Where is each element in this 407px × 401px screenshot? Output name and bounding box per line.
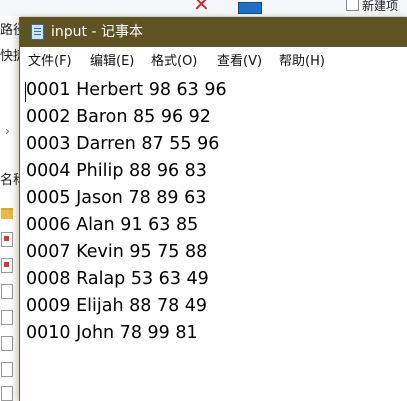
text-editor[interactable]: 0001 Herbert 98 63 96 0002 Baron 85 96 9… [20,77,407,401]
text-line: 0005 Jason 78 89 63 [26,188,207,208]
properties-icon[interactable] [238,2,262,14]
menu-help[interactable]: 帮助(H) [279,53,325,71]
text-line: 0007 Kevin 95 75 88 [26,242,208,262]
text-line: 0008 Ralap 53 63 49 [26,269,209,289]
file-icon[interactable] [1,310,13,325]
file-icon[interactable] [1,362,13,377]
text-line: 0001 Herbert 98 63 96 [26,80,227,100]
menu-format[interactable]: 格式(O) [151,53,197,71]
file-icon[interactable] [1,386,13,401]
text-line: 0004 Philip 88 96 83 [26,161,207,181]
text-line: 0002 Baron 85 96 92 [26,107,211,127]
explorer-left-pane: 路径 快捷 › 名称 [0,16,26,401]
explorer-ribbon: ✕ 新建项 [0,0,407,17]
text-line: 0010 John 78 99 81 [26,323,198,343]
new-item-button[interactable]: 新建项 [346,0,398,14]
file-icon[interactable] [1,336,13,351]
pdf-file-icon[interactable] [1,232,13,247]
text-line: 0003 Darren 87 55 96 [26,134,220,154]
window-title: input - 记事本 [51,24,143,40]
file-icon[interactable] [1,284,13,299]
delete-icon[interactable]: ✕ [193,0,219,14]
pdf-file-icon[interactable] [1,258,13,273]
menu-view[interactable]: 查看(V) [217,53,262,71]
menu-file[interactable]: 文件(F) [28,53,72,71]
text-line: 0006 Alan 91 63 85 [26,215,199,235]
title-bar[interactable]: input - 记事本 [20,17,407,47]
chevron-right-icon[interactable]: › [5,124,10,138]
notepad-icon[interactable] [31,24,44,40]
menu-bar: 文件(F) 编辑(E) 格式(O) 查看(V) 帮助(H) [20,47,407,77]
notepad-window: input - 记事本 文件(F) 编辑(E) 格式(O) 查看(V) 帮助(H… [19,17,407,401]
folder-icon[interactable] [1,208,13,219]
text-line: 0009 Elijah 88 78 49 [26,296,208,316]
new-item-icon [346,0,359,11]
new-item-label: 新建项 [362,0,399,13]
menu-edit[interactable]: 编辑(E) [90,53,134,71]
